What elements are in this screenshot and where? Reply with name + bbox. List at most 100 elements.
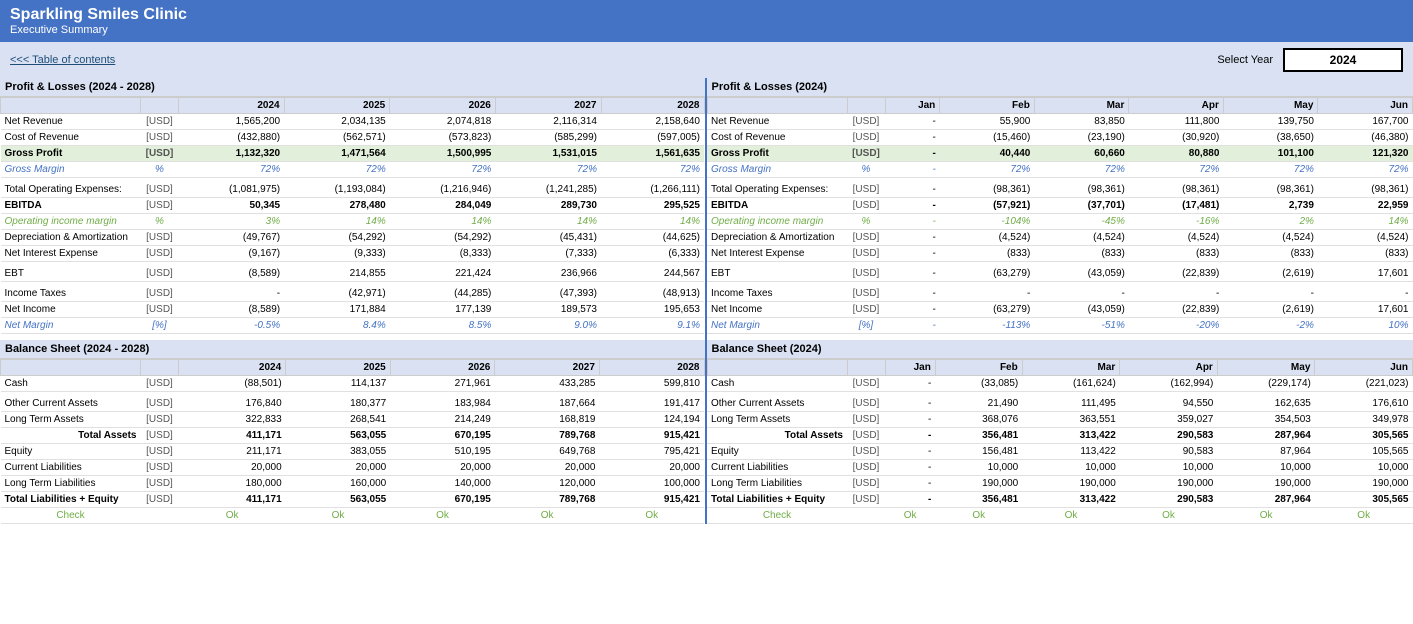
row-value: (1,193,084) [284,182,390,198]
table-row: Cash[USD](88,501)114,137271,961433,28559… [1,376,705,392]
row-value: (15,460) [940,130,1035,146]
row-value: 383,055 [286,444,391,460]
row-value: 87,964 [1217,444,1315,460]
row-value: 140,000 [390,476,495,492]
row-value: (597,005) [601,130,704,146]
row-value: 313,422 [1022,428,1120,444]
row-unit: [USD] [847,266,885,282]
row-label: Long Term Liabilities [707,476,847,492]
row-value: 10,000 [1217,460,1315,476]
row-value: 363,551 [1022,412,1120,428]
row-label: Long Term Assets [707,412,847,428]
row-label: Gross Profit [1,146,141,162]
row-value: 1,531,015 [495,146,601,162]
row-value: - [885,286,940,302]
row-unit: [USD] [141,130,179,146]
row-value: 21,490 [935,396,1022,412]
row-value: 190,000 [1022,476,1120,492]
right-section: Profit & Losses (2024) JanFebMarAprMayJu… [707,78,1413,524]
toc-link[interactable]: <<< Table of contents [10,54,115,66]
row-value: 649,768 [495,444,600,460]
row-value: (4,524) [1318,230,1413,246]
row-value: Ok [390,508,495,524]
table-row: Cash[USD]-(33,085)(161,624)(162,994)(229… [707,376,1413,392]
row-unit: [USD] [847,412,885,428]
row-value: (1,081,975) [179,182,285,198]
right-bs-header: Balance Sheet (2024) [707,340,1413,359]
row-value: 278,480 [284,198,390,214]
left-section: Profit & Losses (2024 - 2028) 2024202520… [0,78,707,524]
row-value: 1,565,200 [179,114,285,130]
row-value: 50,345 [179,198,285,214]
row-unit: [USD] [847,286,885,302]
row-label: EBITDA [707,198,847,214]
row-label: Income Taxes [707,286,847,302]
row-unit: % [141,214,179,230]
right-pl-table: JanFebMarAprMayJun Net Revenue[USD]-55,9… [707,97,1413,334]
row-value: 180,000 [179,476,286,492]
row-value: - [885,444,935,460]
row-value: 139,750 [1223,114,1318,130]
select-year-area: Select Year 2024 [1217,48,1403,72]
table-row: EBT[USD](8,589)214,855221,424236,966244,… [1,266,705,282]
row-value: 563,055 [286,492,391,508]
row-value: (562,571) [284,130,390,146]
select-year-label: Select Year [1217,54,1273,66]
row-value: 168,819 [495,412,600,428]
row-value: - [1034,286,1129,302]
row-value: (47,393) [495,286,601,302]
row-value: 113,422 [1022,444,1120,460]
row-value: 176,610 [1315,396,1413,412]
row-unit: [USD] [847,114,885,130]
row-value: 20,000 [599,460,704,476]
table-row: Depreciation & Amortization[USD]-(4,524)… [707,230,1413,246]
table-row: EBITDA[USD]-(57,921)(37,701)(17,481)2,73… [707,198,1413,214]
row-value: 20,000 [495,460,600,476]
row-value: (8,333) [390,246,496,262]
row-label: Gross Margin [1,162,141,178]
left-pl-table: 20242025202620272028 Net Revenue[USD]1,5… [0,97,705,334]
row-value: - [885,162,940,178]
row-value: 20,000 [179,460,286,476]
row-label: Income Taxes [1,286,141,302]
row-value: Ok [179,508,286,524]
row-value: (57,921) [940,198,1035,214]
row-label: Total Liabilities + Equity [707,492,847,508]
row-value: 94,550 [1120,396,1218,412]
table-row: Gross Margin%72%72%72%72%72% [1,162,705,178]
row-value: (22,839) [1129,266,1224,282]
row-value: (162,994) [1120,376,1218,392]
row-value: - [1223,286,1318,302]
row-value: 190,000 [1120,476,1218,492]
row-value: 100,000 [599,476,704,492]
row-unit: [USD] [141,286,179,302]
row-value: - [885,460,935,476]
row-value: (833) [1223,246,1318,262]
row-value: (9,333) [284,246,390,262]
row-value: (98,361) [1129,182,1224,198]
row-value: 214,249 [390,412,495,428]
year-selector[interactable]: 2024 [1283,48,1403,72]
row-value: (432,880) [179,130,285,146]
row-value: - [885,130,940,146]
row-label: Net Income [1,302,141,318]
row-value: - [885,266,940,282]
row-value: (30,920) [1129,130,1224,146]
row-unit [847,508,885,524]
row-unit: [USD] [141,444,179,460]
row-value: - [885,214,940,230]
row-unit: [%] [847,318,885,334]
row-value: -45% [1034,214,1129,230]
row-label: Total Operating Expenses: [707,182,847,198]
table-row: Net Interest Expense[USD]-(833)(833)(833… [707,246,1413,262]
row-label: Net Revenue [707,114,847,130]
row-value: 111,800 [1129,114,1224,130]
row-unit: % [847,214,885,230]
row-value: (2,619) [1223,302,1318,318]
row-value: Ok [1120,508,1218,524]
row-label: Check [1,508,141,524]
row-label: Total Assets [1,428,141,444]
row-value: 190,000 [1217,476,1315,492]
row-value: (98,361) [1223,182,1318,198]
row-value: (45,431) [495,230,601,246]
